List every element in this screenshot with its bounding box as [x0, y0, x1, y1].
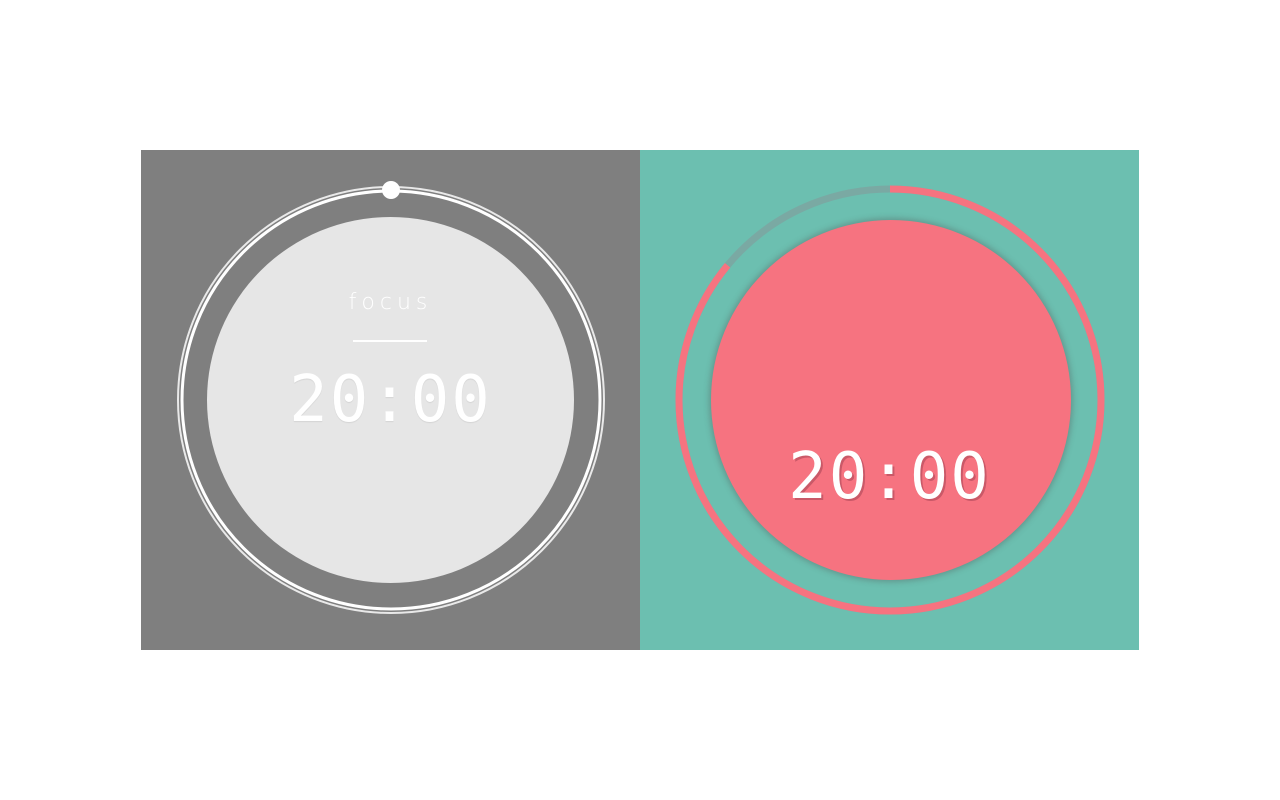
focus-face: focus 20:00	[207, 217, 574, 583]
timer-face[interactable]	[711, 220, 1071, 580]
focus-panel: focus 20:00	[141, 150, 640, 650]
slider-handle-icon[interactable]	[382, 181, 400, 199]
mode-label: focus	[348, 290, 433, 315]
timer-time-display: 20:00	[788, 440, 991, 514]
timer-panel: 20:00	[640, 150, 1139, 650]
focus-time-display: 20:00	[289, 363, 492, 437]
pomodoro-stage: focus 20:00 20:00	[141, 150, 1139, 650]
label-divider	[353, 340, 427, 342]
